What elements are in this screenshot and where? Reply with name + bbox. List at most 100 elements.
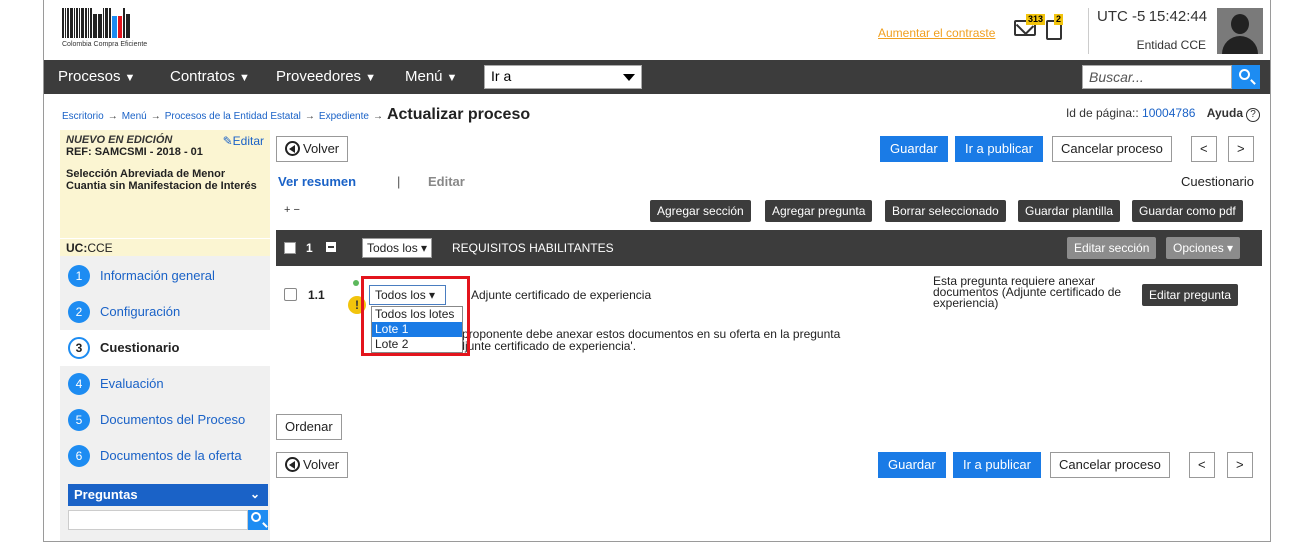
question-number: 1.1 — [308, 288, 325, 302]
caret-down-icon: ▼ — [446, 72, 458, 84]
page-id-panel: Id de página:: 10004786 Ayuda? — [1066, 106, 1260, 122]
publish-button[interactable]: Ir a publicar — [955, 136, 1043, 162]
caret-down-icon: ▼ — [124, 72, 136, 84]
mail-count-badge: 313 — [1026, 14, 1046, 25]
clock-time: 15:42:44 — [1148, 8, 1208, 25]
questions-search-button[interactable] — [248, 510, 268, 530]
search-button[interactable] — [1232, 65, 1260, 89]
save-button-bottom[interactable]: Guardar — [878, 452, 946, 478]
chevron-down-icon: ⌄ — [249, 487, 260, 501]
arrow-right-icon: → — [372, 111, 383, 122]
tab-editar[interactable]: Editar — [428, 174, 465, 189]
barcode-logo-icon — [62, 8, 202, 38]
nav-procesos[interactable]: Procesos ▼ — [58, 68, 135, 85]
caret-down-icon: ▼ — [239, 72, 250, 84]
caret-down-icon: ▾ — [1223, 241, 1234, 255]
edit-process-link[interactable]: ✎Editar — [223, 134, 264, 148]
step-number: 1 — [68, 265, 90, 287]
caret-down-icon: ▼ — [365, 72, 376, 84]
steps-list: 1 Información general 2 Configuración 3 Cue… — [60, 258, 270, 474]
step-configuracion[interactable]: 2 Configuración — [60, 294, 270, 330]
unit-contract: UC:CCE — [60, 238, 270, 256]
section-name-label: Cuestionario — [1181, 174, 1254, 189]
section-lot-select[interactable]: Todos los ▾ — [362, 238, 433, 258]
step-evaluacion[interactable]: 4 Evaluación — [60, 366, 270, 402]
highlight-box — [361, 276, 470, 356]
section-checkbox[interactable] — [284, 242, 296, 254]
add-question-button[interactable]: Agregar pregunta — [765, 200, 873, 222]
process-description: Selección Abreviada de Menor Cuantia sin… — [66, 168, 257, 192]
search-input[interactable]: Buscar... — [1082, 65, 1232, 89]
prev-button[interactable]: < — [1191, 136, 1217, 162]
expand-collapse-all-icon[interactable]: + − — [284, 204, 300, 216]
publish-button-bottom[interactable]: Ir a publicar — [953, 452, 1041, 478]
help-icon[interactable]: ? — [1246, 108, 1260, 122]
step-cuestionario[interactable]: 3 Cuestionario — [60, 330, 270, 366]
questions-search-input[interactable] — [68, 510, 248, 530]
nav-menu[interactable]: Menú ▼ — [405, 68, 457, 85]
goto-select[interactable]: Ir a — [484, 65, 642, 89]
back-arrow-icon — [285, 457, 300, 472]
entity-name: Entidad CCE — [1136, 38, 1206, 52]
order-button[interactable]: Ordenar — [276, 414, 342, 440]
breadcrumb-expediente[interactable]: Expediente — [319, 111, 369, 122]
next-button-bottom[interactable]: > — [1227, 452, 1253, 478]
section-number: 1 — [306, 241, 313, 255]
cancel-process-button[interactable]: Cancelar proceso — [1052, 136, 1172, 162]
logo-text: Colombia Compra Eficiente — [62, 41, 148, 48]
step-number: 4 — [68, 373, 90, 395]
app-frame: Colombia Compra Eficiente Aumentar el co… — [43, 0, 1271, 542]
top-header: Colombia Compra Eficiente Aumentar el co… — [44, 0, 1270, 60]
collapse-section-icon[interactable] — [326, 242, 336, 252]
step-number: 3 — [68, 337, 90, 359]
step-documentos-proceso[interactable]: 5 Documentos del Proceso — [60, 402, 270, 438]
nav-proveedores[interactable]: Proveedores ▼ — [276, 68, 376, 85]
delete-selected-button[interactable]: Borrar seleccionado — [885, 200, 1006, 222]
back-button[interactable]: Volver — [276, 136, 349, 162]
prev-button-bottom[interactable]: < — [1189, 452, 1215, 478]
question-text: Adjunte certificado de experiencia — [471, 288, 652, 302]
question-note: El proponente debe anexar estos document… — [448, 327, 841, 353]
nav-contratos[interactable]: Contratos ▼ — [170, 68, 250, 85]
utc-label: UTC -5 — [1097, 8, 1146, 25]
arrow-right-icon: → — [107, 111, 118, 122]
page-title: Actualizar proceso — [386, 106, 531, 123]
preguntas-panel-toggle[interactable]: Preguntas ⌄ — [68, 484, 268, 506]
page-id-label: Id de página:: — [1065, 106, 1139, 120]
save-button[interactable]: Guardar — [880, 136, 948, 162]
add-section-button[interactable]: Agregar sección — [650, 200, 751, 222]
save-template-button[interactable]: Guardar plantilla — [1018, 200, 1121, 222]
edit-question-button[interactable]: Editar pregunta — [1142, 284, 1239, 306]
arrow-right-icon: → — [150, 111, 161, 122]
step-documentos-oferta[interactable]: 6 Documentos de la oferta — [60, 438, 270, 474]
next-button[interactable]: > — [1228, 136, 1254, 162]
edit-section-button[interactable]: Editar sección — [1067, 237, 1157, 259]
section-header: 1 Todos los ▾ REQUISITOS HABILITANTES Ed… — [276, 230, 1262, 266]
contrast-link[interactable]: Aumentar el contraste — [878, 26, 995, 40]
tab-ver-resumen[interactable]: Ver resumen — [278, 174, 356, 189]
logo[interactable]: Colombia Compra Eficiente — [62, 8, 202, 54]
back-button-bottom[interactable]: Volver — [276, 452, 349, 478]
options-button[interactable]: Opciones ▾ — [1166, 237, 1241, 259]
page-id-value[interactable]: 10004786 — [1142, 106, 1195, 120]
status-dot-icon — [353, 280, 359, 286]
time-panel: UTC -5 15:42:44 Entidad CCE — [1088, 8, 1214, 54]
question-checkbox[interactable] — [284, 288, 297, 301]
section-title: REQUISITOS HABILITANTES — [452, 241, 614, 255]
step-informacion-general[interactable]: 1 Información general — [60, 258, 270, 294]
save-pdf-button[interactable]: Guardar como pdf — [1132, 200, 1243, 222]
help-link[interactable]: Ayuda — [1207, 106, 1243, 120]
breadcrumb-escritorio[interactable]: Escritorio — [62, 111, 104, 122]
breadcrumb-procesos[interactable]: Procesos de la Entidad Estatal — [165, 111, 301, 122]
arrow-right-icon: → — [304, 111, 315, 122]
process-reference: REF: SAMCSMI - 2018 - 01 — [66, 146, 203, 158]
breadcrumb-menu[interactable]: Menú — [122, 111, 147, 122]
step-number: 2 — [68, 301, 90, 323]
breadcrumb: Escritorio → Menú → Procesos de la Entidad E… — [62, 106, 530, 124]
cancel-process-button-bottom[interactable]: Cancelar proceso — [1050, 452, 1170, 478]
user-avatar[interactable] — [1217, 8, 1263, 54]
main-nav: Procesos ▼ Contratos ▼ Proveedores ▼ Menú ▼ … — [44, 60, 1270, 94]
doc-count-badge: 2 — [1054, 14, 1064, 25]
step-number: 6 — [68, 445, 90, 467]
search-icon — [251, 512, 261, 522]
